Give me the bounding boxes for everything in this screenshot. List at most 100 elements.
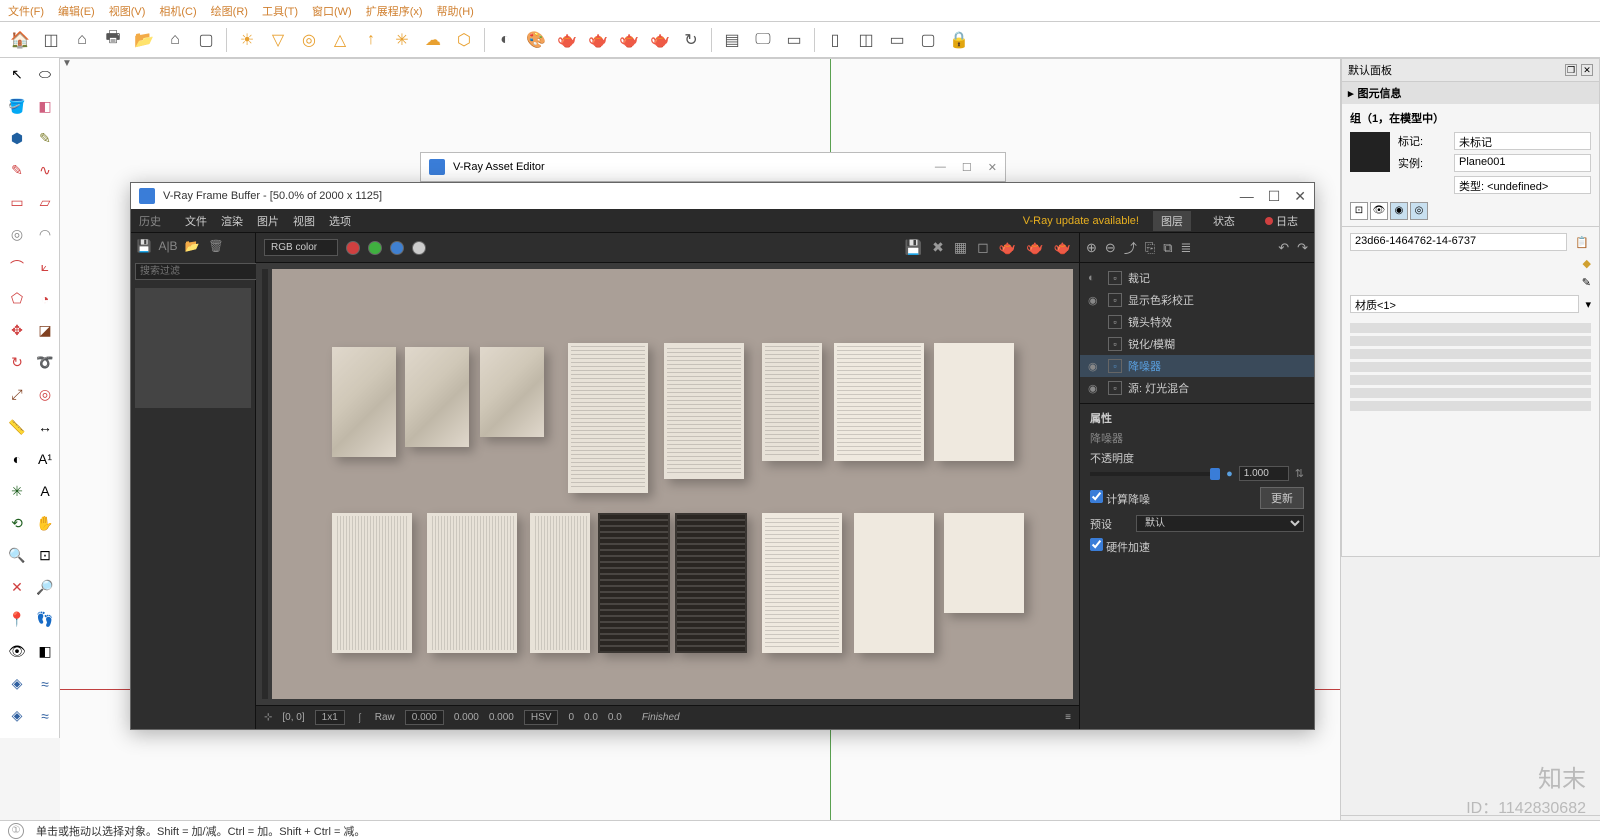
layer-fold-icon[interactable]: ⧉ [1163, 240, 1172, 256]
menu-tools[interactable]: 工具(T) [262, 3, 298, 19]
rect-icon[interactable]: ▭ [4, 190, 30, 214]
layer-list-icon[interactable]: ≣ [1181, 240, 1192, 256]
opacity-value[interactable]: 1.000 [1239, 466, 1289, 481]
lasso-icon[interactable]: ⬭ [32, 62, 58, 86]
menu-ext[interactable]: 扩展程序(x) [366, 3, 423, 19]
list-row[interactable] [1350, 401, 1591, 411]
toggle4-icon[interactable]: ◎ [1410, 202, 1428, 220]
compute-checkbox-label[interactable]: 计算降噪 [1090, 490, 1150, 507]
light-icon[interactable]: ✳ [388, 26, 416, 54]
redo-icon[interactable]: ↷ [1297, 240, 1308, 256]
material-field[interactable]: 材质<1> [1350, 295, 1579, 313]
text-icon[interactable]: A¹ [32, 447, 58, 471]
menu-draw[interactable]: 绘图(R) [211, 3, 248, 19]
open-icon[interactable]: 📂 [130, 26, 158, 54]
wave1-icon[interactable]: ≈ [32, 672, 58, 696]
entity-info-header[interactable]: ▸ 图元信息 [1342, 82, 1599, 104]
asset-editor-window[interactable]: V-Ray Asset Editor — ☐ ✕ [420, 152, 1006, 182]
save-image-icon[interactable]: 💾 [905, 239, 922, 256]
vfb-menu-options[interactable]: 选项 [329, 213, 351, 229]
teapot3-icon[interactable]: 🫖 [615, 26, 643, 54]
display-icon[interactable]: ▭ [780, 26, 808, 54]
type-field[interactable]: 类型: <undefined> [1454, 176, 1591, 194]
pushpull-icon[interactable]: ◪ [32, 319, 58, 343]
offset-icon[interactable]: ◎ [32, 383, 58, 407]
track-icon[interactable]: ◻ [977, 239, 989, 256]
layer-item[interactable]: ▫锐化/模糊 [1080, 333, 1314, 355]
arrow-icon[interactable]: ↑ [357, 26, 385, 54]
region-icon[interactable]: ▦ [954, 239, 967, 256]
circle-icon[interactable]: ◎ [295, 26, 323, 54]
window1-icon[interactable]: ▯ [821, 26, 849, 54]
polygon-icon[interactable]: ⬠ [4, 287, 30, 311]
preset-select[interactable]: 默认 [1136, 515, 1304, 532]
list-row[interactable] [1350, 388, 1591, 398]
protractor-icon[interactable]: ◐ [4, 447, 30, 471]
teapot4-icon[interactable]: 🫖 [646, 26, 674, 54]
walk-icon[interactable]: 👣 [32, 608, 58, 632]
maximize-icon[interactable]: ☐ [962, 161, 972, 174]
update-button[interactable]: 更新 [1260, 487, 1304, 509]
tape-icon[interactable]: 📏 [4, 415, 30, 439]
history-preview[interactable] [135, 288, 251, 408]
orbit-icon[interactable]: ⟲ [4, 511, 30, 535]
undo-icon[interactable]: ↶ [1278, 240, 1289, 256]
clear-icon[interactable]: ✖ [932, 239, 944, 256]
interactive-icon[interactable]: 🫖 [1026, 239, 1043, 256]
vfb-menu-file[interactable]: 文件 [185, 213, 207, 229]
zoom-window-icon[interactable]: ⊡ [32, 543, 58, 567]
expand-icon[interactable]: ≡ [1065, 712, 1071, 723]
visibility-icon[interactable]: ◉ [1088, 360, 1102, 373]
copy-icon[interactable]: 📋 [1573, 236, 1591, 249]
update-notice[interactable]: V-Ray update available! [1023, 215, 1139, 227]
teapot2-icon[interactable]: 🫖 [584, 26, 612, 54]
layer-item[interactable]: ◉▫源: 灯光混合 [1080, 377, 1314, 399]
palette-icon[interactable]: 🎨 [522, 26, 550, 54]
section-icon[interactable]: ◧ [32, 640, 58, 664]
layer-remove-icon[interactable]: ⊖ [1105, 240, 1116, 256]
diamond-icon[interactable]: ◆ [1583, 258, 1591, 270]
channel-blue-icon[interactable] [390, 241, 404, 255]
visibility-icon[interactable]: ◉ [1088, 382, 1102, 395]
follow-icon[interactable]: ➰ [32, 351, 58, 375]
list-row[interactable] [1350, 336, 1591, 346]
panel-close-icon[interactable]: ✕ [1581, 64, 1593, 76]
zoom-extents-icon[interactable]: ✕ [4, 576, 30, 600]
vfb-menu-render[interactable]: 渲染 [221, 213, 243, 229]
menu-camera[interactable]: 相机(C) [159, 3, 196, 19]
entity-thumbnail[interactable] [1350, 132, 1390, 172]
list-row[interactable] [1350, 349, 1591, 359]
menu-help[interactable]: 帮助(H) [437, 3, 474, 19]
toggle3-icon[interactable]: ◉ [1390, 202, 1408, 220]
arc-icon[interactable]: ◠ [32, 222, 58, 246]
window4-icon[interactable]: ▢ [914, 26, 942, 54]
vfb-window[interactable]: V-Ray Frame Buffer - [50.0% of 2000 x 11… [130, 182, 1315, 730]
lock-icon[interactable]: 🔒 [945, 26, 973, 54]
paint-icon[interactable]: 🪣 [4, 94, 30, 118]
screen-icon[interactable]: ▤ [718, 26, 746, 54]
close-icon[interactable]: ✕ [988, 161, 997, 174]
channel-mono-icon[interactable] [412, 241, 426, 255]
arc2-icon[interactable]: ⟀ [32, 255, 58, 279]
pencil-icon[interactable]: ✎ [4, 158, 30, 182]
window3-icon[interactable]: ▭ [883, 26, 911, 54]
compute-checkbox[interactable] [1090, 490, 1103, 503]
toggle1-icon[interactable]: ⊡ [1350, 202, 1368, 220]
tab-layers[interactable]: 图层 [1153, 211, 1191, 231]
print-icon[interactable]: 🖶 [99, 26, 127, 54]
menu-window[interactable]: 窗口(W) [312, 3, 352, 19]
visibility-icon[interactable]: ◉ [1088, 294, 1102, 307]
select-arrow-icon[interactable]: ↖ [4, 62, 30, 86]
tag-field[interactable]: 未标记 [1454, 132, 1591, 150]
opacity-slider[interactable] [1090, 472, 1220, 476]
window2-icon[interactable]: ◫ [852, 26, 880, 54]
layer-item[interactable]: ◉▫显示色彩校正 [1080, 289, 1314, 311]
history-label[interactable]: 历史 [139, 213, 161, 229]
vfb-titlebar[interactable]: V-Ray Frame Buffer - [50.0% of 2000 x 11… [131, 183, 1314, 209]
layer-item[interactable]: ▫镜头特效 [1080, 311, 1314, 333]
list-row[interactable] [1350, 362, 1591, 372]
channel-red-icon[interactable] [346, 241, 360, 255]
zoom-icon[interactable]: 🔍 [4, 543, 30, 567]
channel-green-icon[interactable] [368, 241, 382, 255]
curve-icon[interactable]: ∿ [32, 158, 58, 182]
